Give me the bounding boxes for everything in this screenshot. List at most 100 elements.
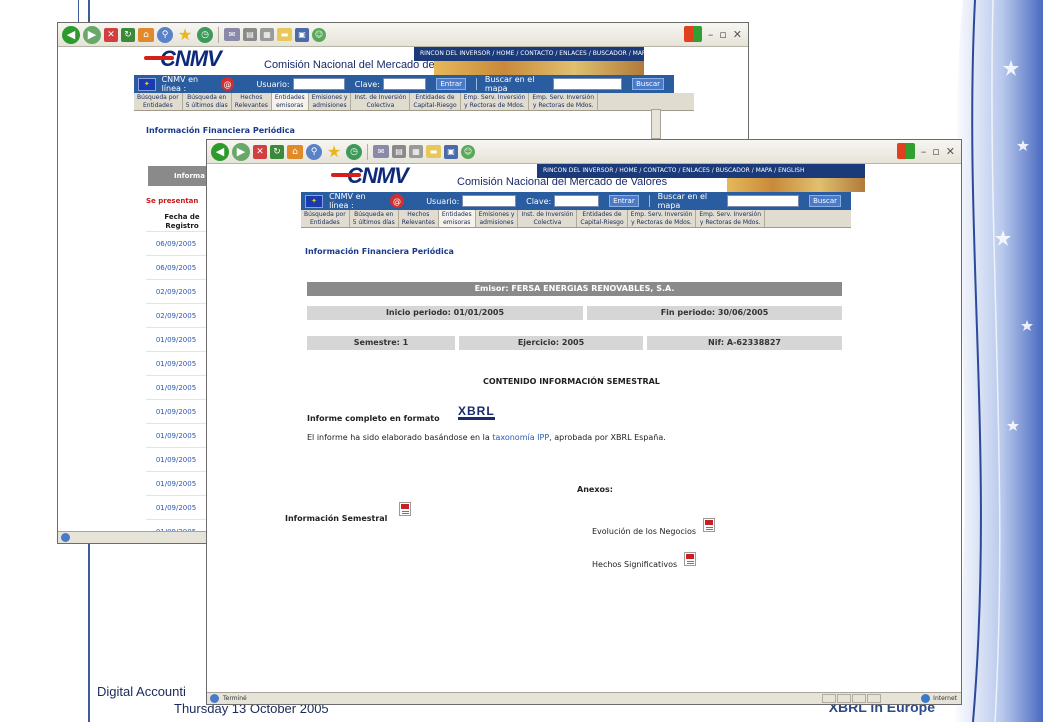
folder-icon[interactable]: ▬	[426, 145, 441, 158]
mail-icon[interactable]: ✉	[224, 28, 240, 41]
menu-item-active[interactable]: Entidades emisoras	[438, 210, 476, 227]
people-icon[interactable]: ☺	[312, 27, 326, 42]
enter-button[interactable]: Entrar	[436, 78, 467, 90]
refresh-icon[interactable]: ↻	[270, 144, 284, 159]
menu-item[interactable]: Emisiones y admisiones	[476, 210, 519, 227]
business-evolution-label[interactable]: Evolución de los Negocios	[592, 527, 696, 536]
edit-icon[interactable]: ▦	[260, 28, 274, 41]
menu-item[interactable]: Emp. Serv. Inversión y Rectoras de Mdos.	[461, 93, 530, 110]
browser-toolbar: ◀ ▶ ✕ ↻ ⌂ ⚲ ★ ◷ ✉ ▤ ▦ ▬ ▣ ☺ – ▫ ✕	[58, 23, 748, 47]
close-icon[interactable]: ✕	[946, 145, 955, 158]
home-icon[interactable]: ⌂	[138, 27, 154, 42]
people-icon[interactable]: ☺	[461, 144, 475, 159]
menu-item[interactable]: Hechos Relevantes	[399, 210, 439, 227]
scrollbar[interactable]	[651, 109, 661, 139]
date-link[interactable]: 01/09/2005	[146, 351, 206, 375]
menu-item[interactable]: Entidades de Capital-Riesgo	[577, 210, 628, 227]
home-icon[interactable]: ⌂	[287, 144, 303, 159]
close-icon[interactable]: ✕	[733, 28, 742, 41]
mail-icon[interactable]: ✉	[373, 145, 389, 158]
semestral-info-label[interactable]: Información Semestral	[285, 514, 387, 523]
menu-item[interactable]: Emp. Serv. Inversión y Rectoras de Mdos.	[696, 210, 766, 227]
history-icon[interactable]: ◷	[346, 143, 362, 160]
search-button[interactable]: Buscar	[632, 78, 664, 90]
annexes-title: Anexos:	[577, 485, 613, 494]
date-link[interactable]: 01/09/2005	[146, 423, 206, 447]
browser-window-front[interactable]: ◀ ▶ ✕ ↻ ⌂ ⚲ ★ ◷ ✉ ▤ ▦ ▬ ▣ ☺ – ▫ ✕ CNMV C…	[206, 139, 962, 705]
back-icon[interactable]: ◀	[62, 25, 80, 44]
forward-icon[interactable]: ▶	[83, 25, 101, 44]
window-controls: – ▫ ✕	[896, 143, 955, 159]
date-link[interactable]: 02/09/2005	[146, 303, 206, 327]
date-link[interactable]: 01/09/2005	[146, 495, 206, 519]
password-input[interactable]	[554, 195, 600, 207]
date-link[interactable]: 01/09/2005	[146, 375, 206, 399]
menu-item[interactable]: Búsqueda por Entidades	[134, 93, 183, 110]
minimize-icon[interactable]: –	[921, 145, 927, 158]
menu-item[interactable]: Inst. de Inversión Colectiva	[518, 210, 578, 227]
date-link[interactable]: 06/09/2005	[146, 255, 206, 279]
menu-item[interactable]: Búsqueda en 5 últimos días	[183, 93, 232, 110]
menu-item-active[interactable]: Entidades emisoras	[271, 93, 309, 110]
login-divider	[476, 78, 477, 90]
menu-item[interactable]: Emisiones y admisiones	[309, 93, 352, 110]
password-label: Clave:	[526, 196, 552, 206]
cnmv-site: CNMV Comisión Nacional del Mercado de Va…	[58, 46, 748, 111]
menu-item[interactable]: Emp. Serv. Inversión y Rectoras de Mdos.	[529, 93, 599, 110]
cnmv-top-nav[interactable]: RINCON DEL INVERSOR / HOME / CONTACTO / …	[414, 47, 644, 61]
maximize-icon[interactable]: ▫	[932, 145, 939, 158]
user-input[interactable]	[292, 78, 345, 90]
date-link[interactable]: 01/09/2005	[146, 447, 206, 471]
menu-item[interactable]: Búsqueda por Entidades	[301, 210, 350, 227]
menu-item[interactable]: Emp. Serv. Inversión y Rectoras de Mdos.	[628, 210, 697, 227]
search-button[interactable]: Buscar	[809, 195, 841, 207]
favorites-icon[interactable]: ★	[325, 142, 343, 161]
maximize-icon[interactable]: ▫	[719, 28, 726, 41]
page-heading: Información Financiera Periódica	[146, 126, 295, 135]
menu-item[interactable]: Inst. de Inversión Colectiva	[351, 93, 411, 110]
password-input[interactable]	[382, 78, 427, 90]
date-link[interactable]: 06/09/2005	[146, 231, 206, 255]
favorites-icon[interactable]: ★	[176, 25, 194, 44]
pdf-icon[interactable]	[703, 518, 715, 532]
edit-icon[interactable]: ▦	[409, 145, 423, 158]
cnmv-logo-mark	[331, 173, 361, 177]
folder-icon[interactable]: ▬	[277, 28, 292, 41]
taxonomy-link[interactable]: taxonomía IPP	[492, 433, 549, 442]
menu-item[interactable]: Entidades de Capital-Riesgo	[410, 93, 461, 110]
map-search-input[interactable]	[727, 195, 800, 207]
forward-icon[interactable]: ▶	[232, 142, 250, 161]
footer-title: Digital Accounti	[97, 684, 186, 699]
back-icon[interactable]: ◀	[211, 142, 229, 161]
windows-logo-icon	[896, 143, 915, 159]
messenger-icon[interactable]: ▣	[444, 144, 458, 159]
print-icon[interactable]: ▤	[392, 145, 406, 158]
cnmv-top-nav[interactable]: RINCON DEL INVERSOR / HOME / CONTACTO / …	[537, 164, 865, 178]
user-input[interactable]	[462, 195, 517, 207]
date-link[interactable]: 01/09/2005	[146, 471, 206, 495]
messenger-icon[interactable]: ▣	[295, 27, 309, 42]
map-search-input[interactable]	[552, 78, 623, 90]
section-title: CONTENIDO INFORMACIÓN SEMESTRAL	[483, 377, 660, 386]
minimize-icon[interactable]: –	[708, 28, 714, 41]
xbrl-logo[interactable]: XBRL	[458, 405, 495, 420]
refresh-icon[interactable]: ↻	[121, 27, 135, 42]
stop-icon[interactable]: ✕	[253, 144, 267, 159]
significant-facts-label[interactable]: Hechos Significativos	[592, 560, 677, 569]
pdf-icon[interactable]	[399, 502, 411, 516]
date-link[interactable]: 01/09/2005	[146, 327, 206, 351]
menu-item[interactable]: Hechos Relevantes	[232, 93, 272, 110]
page-status-icon	[61, 533, 70, 542]
search-icon[interactable]: ⚲	[157, 26, 173, 43]
history-icon[interactable]: ◷	[197, 26, 213, 43]
pdf-icon[interactable]	[684, 552, 696, 566]
print-icon[interactable]: ▤	[243, 28, 257, 41]
map-search-label: Buscar en el mapa	[657, 192, 708, 210]
menu-item[interactable]: Búsqueda en 5 últimos días	[350, 210, 399, 227]
enter-button[interactable]: Entrar	[609, 195, 639, 207]
date-link[interactable]: 01/09/2005	[146, 399, 206, 423]
date-link[interactable]: 02/09/2005	[146, 279, 206, 303]
search-icon[interactable]: ⚲	[306, 143, 322, 160]
status-cell	[822, 694, 836, 703]
stop-icon[interactable]: ✕	[104, 27, 118, 42]
